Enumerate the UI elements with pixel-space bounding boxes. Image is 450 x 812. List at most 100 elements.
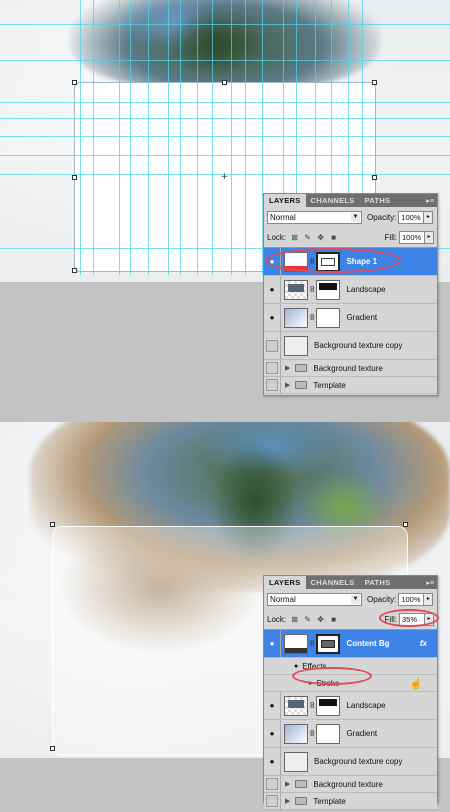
expand-triangle-icon[interactable]: ▶ — [285, 364, 290, 372]
lock-transparency-icon[interactable]: ⊠ — [290, 233, 299, 242]
layer-row-background-texture[interactable]: ▶ Background texture — [264, 776, 437, 793]
tab-layers[interactable]: LAYERS — [264, 194, 306, 207]
transform-handle[interactable] — [372, 80, 377, 85]
eye-icon[interactable]: ● — [264, 276, 281, 303]
lock-transparency-icon[interactable]: ⊠ — [290, 615, 299, 624]
eye-icon[interactable]: ● — [264, 720, 281, 747]
transform-handle[interactable] — [72, 268, 77, 273]
eye-icon[interactable]: ● — [264, 630, 281, 657]
transform-handle[interactable] — [50, 522, 55, 527]
eye-icon[interactable]: ● — [264, 304, 281, 331]
layer-name: Gradient — [346, 729, 378, 738]
layer-row-template[interactable]: ▶ Template — [264, 377, 437, 394]
opacity-stepper-icon[interactable]: ▸ — [424, 593, 434, 606]
layer-name: Gradient — [346, 313, 378, 322]
layer-row-background-texture-copy[interactable]: ● Background texture copy — [264, 748, 437, 776]
transform-handle[interactable] — [372, 175, 377, 180]
layer-mask-thumbnail — [316, 307, 341, 328]
layer-thumbnail — [284, 307, 308, 328]
layer-row-gradient[interactable]: ● 8 Gradient — [264, 304, 437, 332]
eye-icon[interactable] — [264, 377, 281, 393]
fill-label: Fill: — [384, 233, 397, 242]
guide-h — [0, 155, 450, 156]
lock-all-icon[interactable]: ■ — [329, 233, 338, 242]
eye-icon[interactable] — [264, 360, 281, 376]
link-icon: 8 — [310, 729, 315, 738]
blend-mode-select[interactable]: Normal ▼ — [267, 593, 362, 606]
lock-position-icon[interactable]: ✥ — [316, 615, 325, 624]
folder-icon — [295, 797, 308, 805]
transform-handle[interactable] — [72, 175, 77, 180]
guide-v — [93, 0, 94, 275]
guide-h — [0, 102, 450, 103]
guide-h — [0, 60, 450, 61]
transform-handle[interactable] — [50, 746, 55, 751]
blend-mode-select[interactable]: Normal ▼ — [267, 211, 362, 224]
lock-pixels-icon[interactable]: ✎ — [303, 233, 312, 242]
panel-menu-icon[interactable]: ▸≡ — [426, 197, 434, 205]
layer-name: Background texture — [313, 363, 383, 373]
layer-name: Content Bg — [346, 639, 390, 648]
transform-handle[interactable] — [403, 522, 408, 527]
tab-paths[interactable]: PATHS — [360, 194, 396, 207]
eye-icon[interactable] — [264, 776, 281, 792]
chevron-down-icon: ▼ — [351, 213, 360, 222]
folder-icon — [295, 780, 308, 788]
link-icon: 8 — [310, 639, 315, 648]
guide-v — [80, 0, 81, 275]
link-icon: 8 — [310, 701, 315, 710]
transform-center-icon: + — [220, 172, 229, 182]
layer-row-background-texture-copy[interactable]: Background texture copy — [264, 332, 437, 360]
guide-h — [0, 118, 450, 119]
chevron-down-icon: ▼ — [351, 595, 360, 604]
transform-handle[interactable] — [72, 80, 77, 85]
layer-name: Landscape — [346, 285, 386, 294]
eye-icon[interactable] — [264, 793, 281, 809]
lock-pixels-icon[interactable]: ✎ — [303, 615, 312, 624]
highlight-ring — [292, 667, 372, 685]
layer-name: Template — [313, 796, 346, 806]
panel-menu-icon[interactable]: ▸≡ — [426, 579, 434, 587]
eye-icon[interactable]: ● — [264, 748, 281, 775]
layer-row-landscape[interactable]: ● 8 Landscape — [264, 692, 437, 720]
lock-all-icon[interactable]: ■ — [329, 615, 338, 624]
layer-row-template[interactable]: ▶ Template — [264, 793, 437, 810]
highlight-ring — [265, 248, 401, 273]
layers-list: ● 8 Content Bg fx ● Effects ● Stroke ☝ ●… — [264, 629, 437, 810]
eye-icon[interactable]: ● — [264, 692, 281, 719]
fill-input[interactable]: 100% — [399, 231, 425, 244]
expand-triangle-icon[interactable]: ▶ — [285, 381, 290, 389]
guide-v — [130, 0, 131, 275]
opacity-stepper-icon[interactable]: ▸ — [424, 211, 434, 224]
eye-icon[interactable]: ● — [294, 663, 298, 670]
guide-h — [0, 24, 450, 25]
guide-v — [245, 0, 246, 275]
hand-cursor-icon: ☝ — [409, 677, 423, 690]
blend-mode-value: Normal — [270, 595, 296, 604]
opacity-input[interactable]: 100% — [398, 211, 425, 224]
opacity-input[interactable]: 100% — [398, 593, 425, 606]
tab-layers[interactable]: LAYERS — [264, 576, 306, 589]
guide-h — [0, 136, 450, 137]
layer-row-content-bg[interactable]: ● 8 Content Bg fx — [264, 630, 437, 658]
tab-channels[interactable]: CHANNELS — [306, 576, 360, 589]
lock-position-icon[interactable]: ✥ — [316, 233, 325, 242]
expand-triangle-icon[interactable]: ▶ — [285, 797, 290, 805]
layer-thumbnail — [284, 633, 308, 654]
layer-row-landscape[interactable]: ● 8 Landscape — [264, 276, 437, 304]
layer-row-background-texture[interactable]: ▶ Background texture — [264, 360, 437, 377]
tab-channels[interactable]: CHANNELS — [306, 194, 360, 207]
fill-stepper-icon[interactable]: ▸ — [425, 231, 434, 244]
lock-row: Lock: ⊠ ✎ ✥ ■ Fill: 100% ▸ — [264, 228, 437, 247]
guide-v — [180, 0, 181, 275]
eye-icon[interactable] — [264, 332, 281, 359]
transform-handle[interactable] — [222, 80, 227, 85]
expand-triangle-icon[interactable]: ▶ — [285, 780, 290, 788]
layer-name: Landscape — [346, 701, 386, 710]
fx-badge[interactable]: fx — [420, 639, 427, 648]
layer-row-gradient[interactable]: ● 8 Gradient — [264, 720, 437, 748]
layer-name: Background texture copy — [314, 341, 403, 350]
guide-v — [148, 0, 149, 275]
guide-v — [168, 0, 169, 275]
tab-paths[interactable]: PATHS — [360, 576, 396, 589]
